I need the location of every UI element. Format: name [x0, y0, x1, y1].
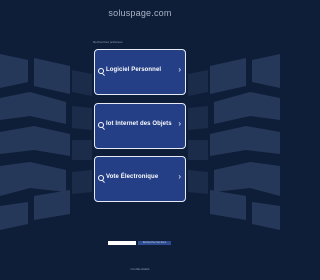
link-card-logiciel-personnel[interactable]: Logiciel Personnel ›	[94, 49, 186, 95]
search-icon	[98, 175, 104, 181]
chevron-right-icon: ›	[178, 119, 181, 128]
link-card-label: Vote Électronique	[106, 174, 159, 180]
link-card-iot-internet-des-objets[interactable]: Iot Internet des Objets ›	[94, 103, 186, 149]
search-bar: Rechercher des liens	[108, 240, 171, 245]
link-card-label: Iot Internet des Objets	[106, 121, 172, 127]
search-icon	[98, 122, 104, 128]
link-card-label: Logiciel Personnel	[106, 67, 162, 73]
chevron-right-icon: ›	[178, 172, 181, 181]
privacy-link[interactable]: Confidentialité	[0, 267, 280, 271]
search-button[interactable]: Rechercher des liens	[138, 240, 171, 245]
search-icon	[98, 68, 104, 74]
related-searches-label: Recherches préférées	[93, 40, 123, 44]
search-input[interactable]	[108, 240, 136, 245]
domain-title: soluspage.com	[108, 8, 172, 18]
link-card-vote-electronique[interactable]: Vote Électronique ›	[94, 156, 186, 202]
chevron-right-icon: ›	[178, 65, 181, 74]
